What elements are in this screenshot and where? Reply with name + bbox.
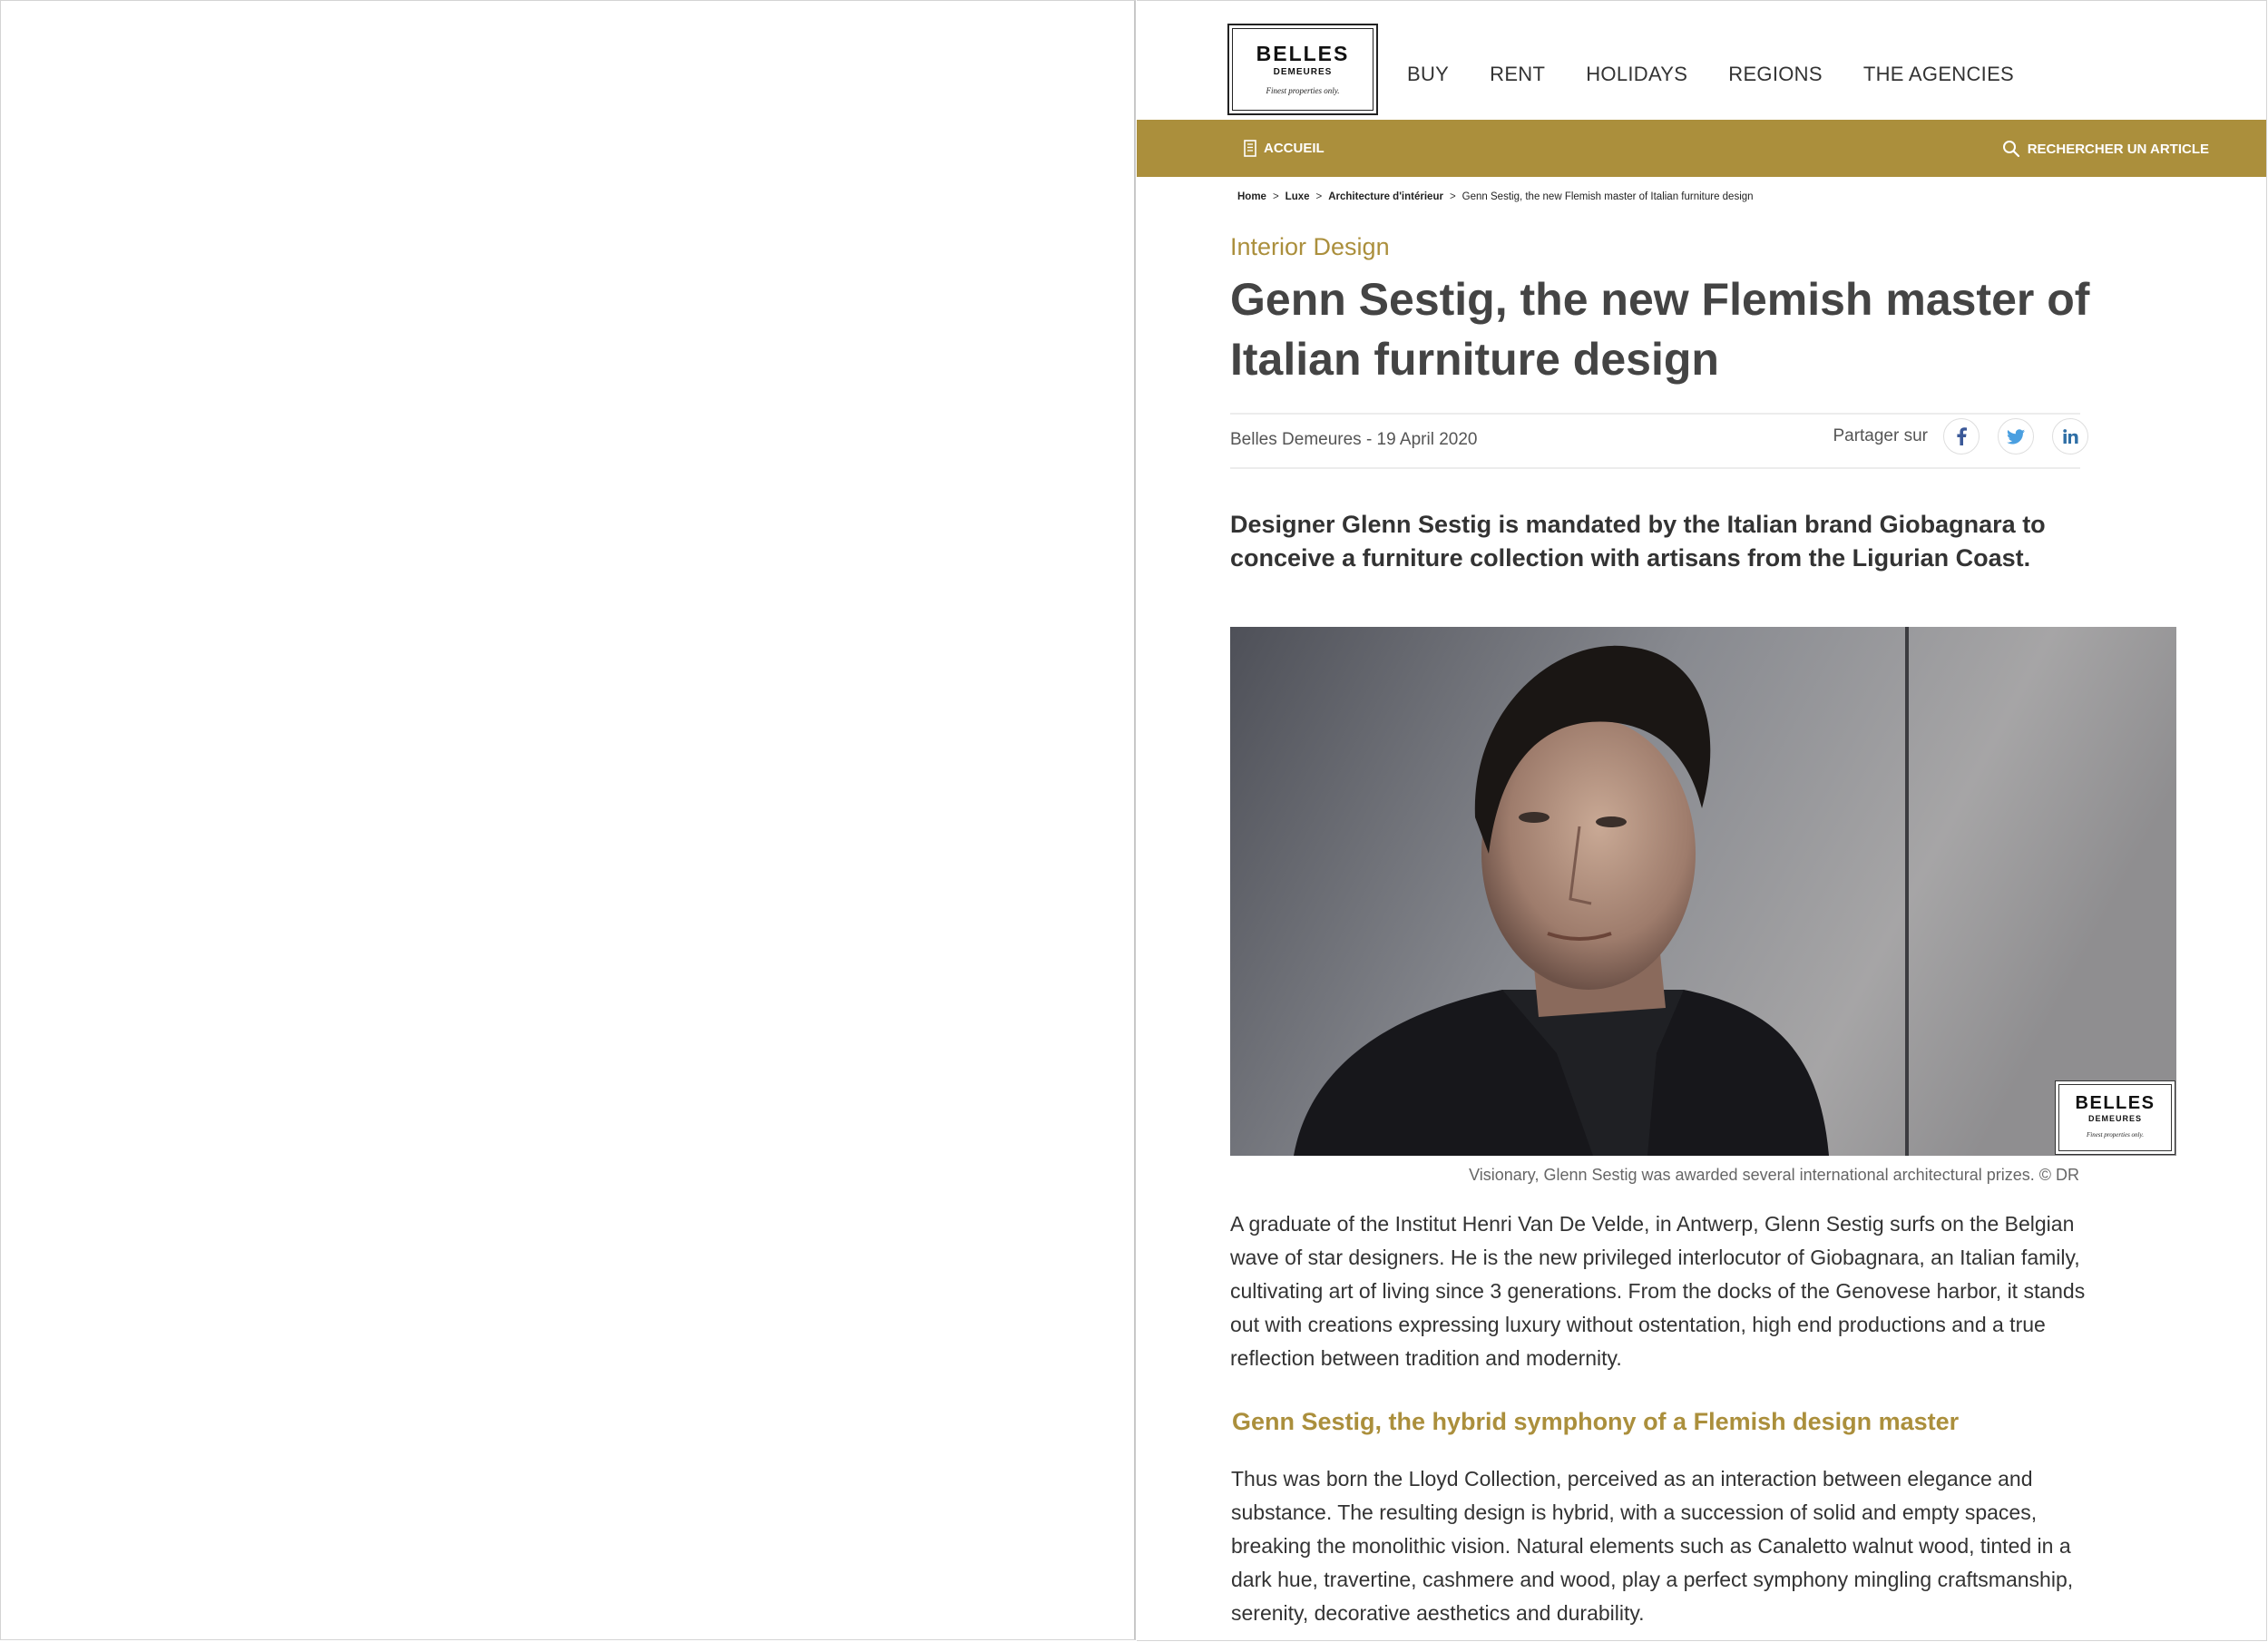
article-title: Genn Sestig, the new Flemish master of I…	[1230, 269, 2137, 389]
search-article-label: RECHERCHER UN ARTICLE	[2027, 141, 2209, 157]
photo-watermark-logo: BELLES DEMEURES Finest properties only.	[2055, 1080, 2175, 1155]
article-category[interactable]: Interior Design	[1230, 233, 1390, 261]
blank-left-panel	[0, 0, 1136, 1640]
nav-rent[interactable]: RENT	[1490, 61, 1545, 88]
article-photo: BELLES DEMEURES Finest properties only.	[1230, 627, 2176, 1156]
nav-regions[interactable]: REGIONS	[1728, 61, 1823, 88]
article-paragraph-2: Thus was born the Lloyd Collection, perc…	[1231, 1467, 2074, 1625]
article-page: BELLES DEMEURES Finest properties only. …	[1137, 0, 2267, 1641]
share-twitter-button[interactable]	[1998, 418, 2034, 454]
main-nav: BUY RENT HOLIDAYS REGIONS THE AGENCIES	[1407, 61, 2055, 88]
search-article-link[interactable]: RECHERCHER UN ARTICLE	[2002, 140, 2209, 158]
section-bar: ACCUEIL RECHERCHER UN ARTICLE	[1137, 120, 2266, 177]
twitter-icon	[2007, 428, 2025, 444]
facebook-icon	[1957, 427, 1967, 445]
share-facebook-button[interactable]	[1943, 418, 1980, 454]
watermark-tagline: Finest properties only.	[2087, 1131, 2144, 1139]
nav-holidays[interactable]: HOLIDAYS	[1586, 61, 1687, 88]
breadcrumb-separator: >	[1272, 191, 1279, 202]
article-title-line2: Italian furniture design	[1230, 334, 1719, 385]
portrait-image	[1230, 627, 2176, 1156]
breadcrumb-separator: >	[1315, 191, 1323, 202]
watermark-line1: BELLES	[2075, 1093, 2156, 1113]
breadcrumb-separator: >	[1449, 191, 1456, 202]
share-bar: Partager sur	[1833, 418, 2088, 454]
nav-the-agencies[interactable]: THE AGENCIES	[1863, 61, 2014, 88]
article-byline: Belles Demeures - 19 April 2020	[1230, 430, 1478, 449]
watermark-line2: DEMEURES	[2087, 1114, 2142, 1123]
logo-text-line1: BELLES	[1256, 42, 1350, 65]
breadcrumb-home[interactable]: Home	[1237, 191, 1266, 202]
home-link-label: ACCUEIL	[1264, 141, 1325, 156]
linkedin-icon	[2062, 429, 2077, 444]
home-link[interactable]: ACCUEIL	[1244, 140, 1325, 157]
article-lead: Designer Glenn Sestig is mandated by the…	[1230, 511, 2046, 572]
document-icon	[1244, 140, 1256, 157]
breadcrumb: Home > Luxe > Architecture d'intérieur >…	[1237, 191, 1754, 202]
article-subheading: Genn Sestig, the hybrid symphony of a Fl…	[1232, 1408, 1960, 1435]
breadcrumb-luxe[interactable]: Luxe	[1286, 191, 1310, 202]
photo-caption: Visionary, Glenn Sestig was awarded seve…	[1469, 1166, 2079, 1184]
breadcrumb-architecture[interactable]: Architecture d'intérieur	[1328, 191, 1443, 202]
nav-buy[interactable]: BUY	[1407, 61, 1449, 88]
logo-tagline: Finest properties only.	[1266, 86, 1340, 95]
article-title-line1: Genn Sestig, the new Flemish master of	[1230, 274, 2090, 325]
search-icon	[2002, 141, 2019, 158]
logo-text-line2: DEMEURES	[1273, 67, 1333, 77]
site-logo[interactable]: BELLES DEMEURES Finest properties only.	[1227, 24, 1378, 115]
breadcrumb-current: Genn Sestig, the new Flemish master of I…	[1461, 191, 1754, 202]
divider-top	[1230, 413, 2080, 415]
article-paragraph-1: A graduate of the Institut Henri Van De …	[1230, 1212, 2086, 1370]
share-linkedin-button[interactable]	[2052, 418, 2088, 454]
divider-bottom	[1230, 467, 2080, 469]
share-label: Partager sur	[1833, 426, 1928, 445]
